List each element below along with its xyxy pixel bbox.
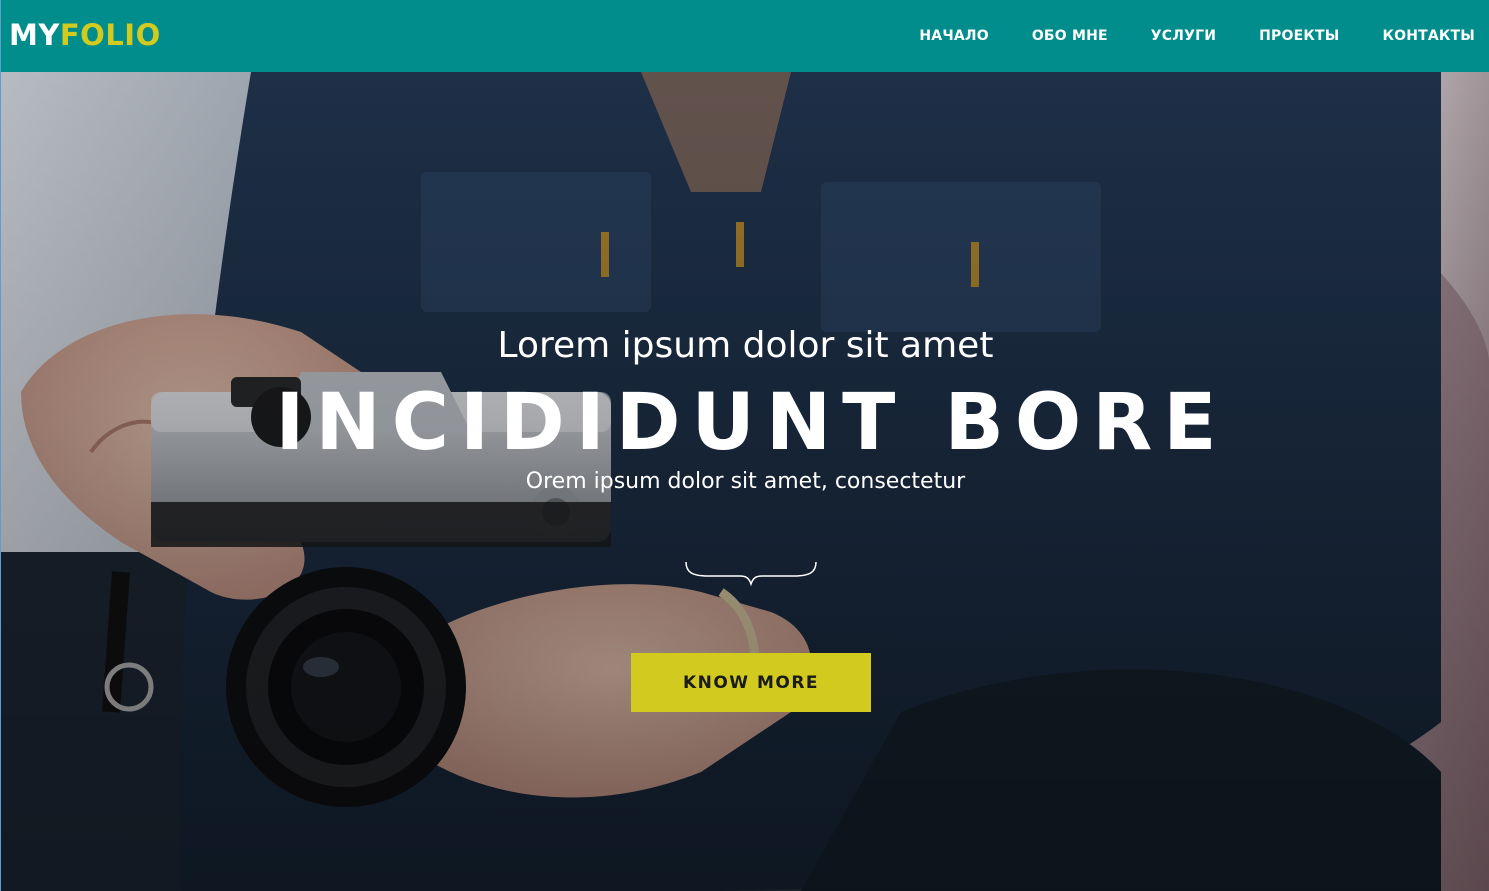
main-menu: НАЧАЛО ОБО МНЕ УСЛУГИ ПРОЕКТЫ КОНТАКТЫ	[876, 0, 1475, 72]
nav-link-services[interactable]: УСЛУГИ	[1151, 28, 1216, 44]
hero-content: Lorem ipsum dolor sit amet INCIDIDUNT BO…	[1, 72, 1489, 891]
curly-brace-divider-icon	[685, 561, 817, 586]
top-navbar: MYFOLIO НАЧАЛО ОБО МНЕ УСЛУГИ ПРОЕКТЫ КО…	[0, 0, 1489, 72]
nav-link-home[interactable]: НАЧАЛО	[919, 28, 988, 44]
logo-secondary: FOLIO	[59, 18, 161, 52]
hero-headline: INCIDIDUNT BORE	[275, 378, 1228, 468]
hero-tagline: Orem ipsum dolor sit amet, consectetur	[525, 469, 966, 494]
nav-link-contacts[interactable]: КОНТАКТЫ	[1382, 28, 1475, 44]
logo-primary: MY	[9, 18, 60, 52]
site-logo[interactable]: MYFOLIO	[9, 17, 161, 53]
nav-link-about[interactable]: ОБО МНЕ	[1032, 28, 1108, 44]
know-more-button[interactable]: KNOW MORE	[631, 653, 871, 712]
nav-link-projects[interactable]: ПРОЕКТЫ	[1259, 28, 1339, 44]
hero-subtitle: Lorem ipsum dolor sit amet	[497, 325, 994, 366]
hero-section: Lorem ipsum dolor sit amet INCIDIDUNT BO…	[0, 72, 1489, 891]
